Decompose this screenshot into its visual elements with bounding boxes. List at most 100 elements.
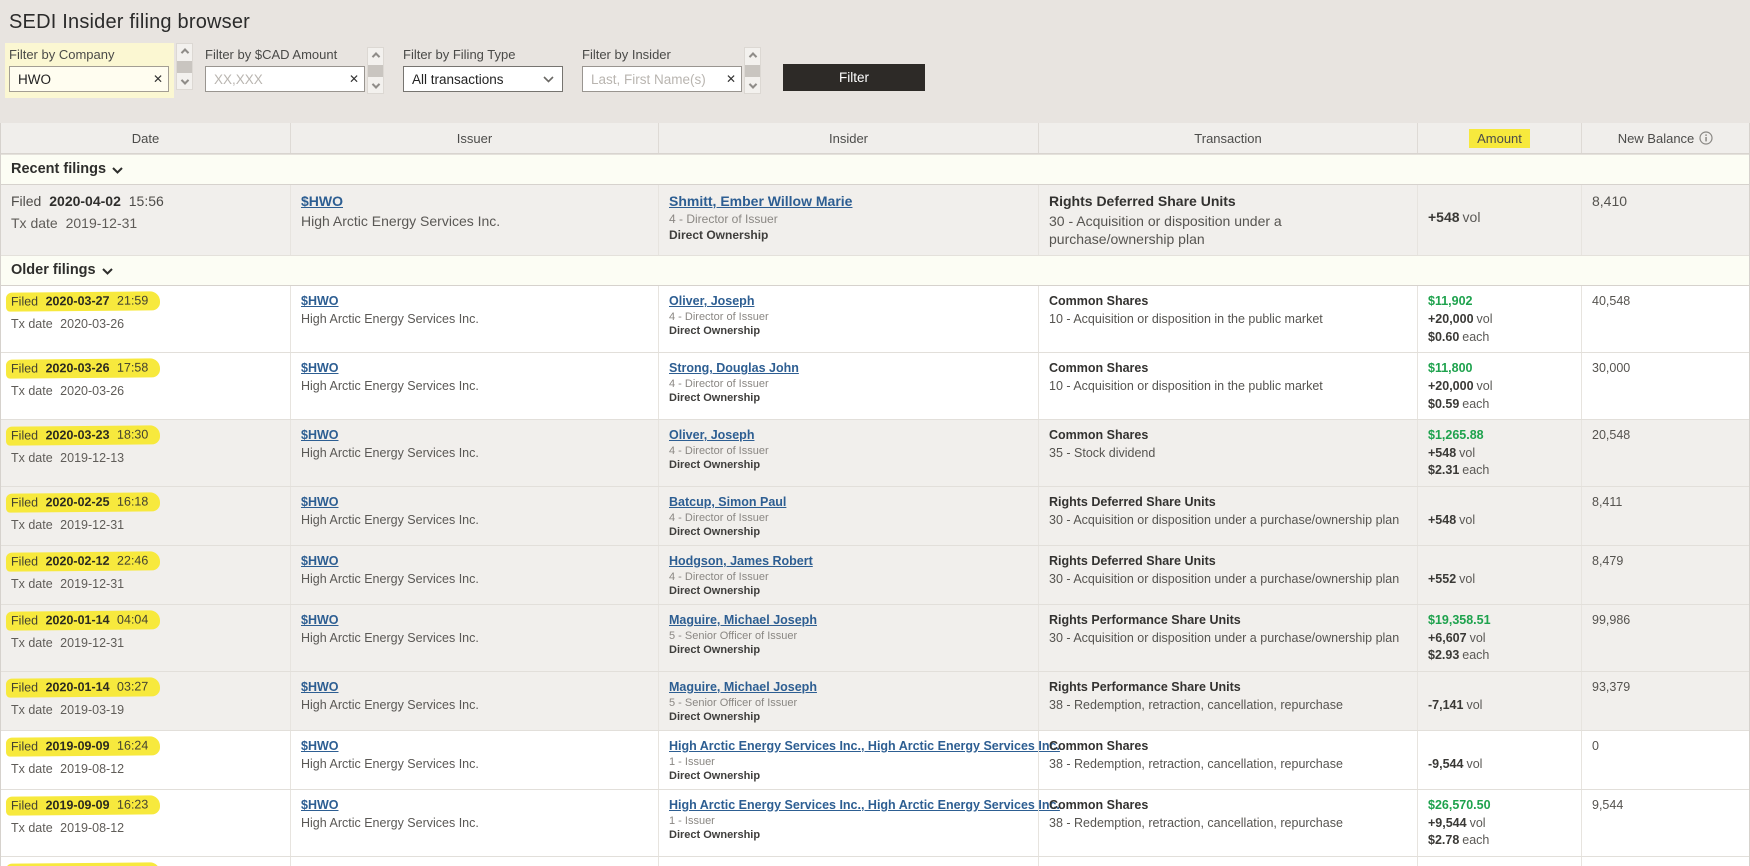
- section-recent-filings[interactable]: Recent filings: [1, 154, 1749, 185]
- ownership-type: Direct Ownership: [669, 829, 1028, 841]
- insider-link[interactable]: Strong, Douglas John: [669, 361, 799, 375]
- amount-volume: +548vol: [1428, 513, 1571, 529]
- amount-cell: +552vol: [1417, 546, 1581, 604]
- insider-cell: Strong, Douglas John 4 - Director of Iss…: [658, 353, 1038, 419]
- spinner-thumb[interactable]: [745, 65, 760, 77]
- insider-link[interactable]: Maguire, Michael Joseph: [669, 613, 817, 627]
- issuer-name: High Arctic Energy Services Inc.: [301, 757, 648, 771]
- company-filter-input[interactable]: [9, 66, 169, 92]
- issuer-symbol-link[interactable]: $HWO: [301, 613, 339, 627]
- spinner-thumb[interactable]: [177, 61, 192, 73]
- filed-time: 21:59: [117, 294, 148, 308]
- insider-link[interactable]: Oliver, Joseph: [669, 428, 754, 442]
- transaction-cell: Rights Deferred Share Units 30 - Acquisi…: [1038, 185, 1417, 255]
- spinner-thumb[interactable]: [368, 65, 383, 77]
- filed-label: Filed: [11, 295, 38, 309]
- filed-line: Filed 2020-01-14 04:04: [6, 610, 160, 630]
- issuer-symbol-link[interactable]: $HWO: [301, 739, 339, 753]
- cad-amount-filter-group: Filter by $CAD Amount ✕: [205, 43, 384, 94]
- spin-up-icon[interactable]: [368, 48, 383, 62]
- tx-date-line: Tx date 2020-03-26: [11, 317, 280, 331]
- issuer-symbol-link[interactable]: $HWO: [301, 428, 339, 442]
- filing-type-select[interactable]: All transactions: [403, 66, 563, 92]
- filing-row: Filed 2020-03-27 21:59 Tx date 2020-03-2…: [1, 286, 1749, 352]
- issuer-cell: $HWO High Arctic Energy Services Inc.: [290, 286, 658, 352]
- tx-date-line: Tx date 2019-12-31: [11, 518, 280, 532]
- older-filings-rows: Filed 2020-03-27 21:59 Tx date 2020-03-2…: [1, 286, 1749, 866]
- new-balance-value: 93,379: [1592, 680, 1630, 694]
- spin-down-icon[interactable]: [177, 75, 192, 89]
- filed-date: 2020-03-23: [46, 428, 110, 443]
- date-cell: Filed 2019-09-09 16:23 Tx date 2019-08-0…: [1, 857, 290, 866]
- transaction-cell: Common Shares 38 - Redemption, retractio…: [1038, 790, 1417, 856]
- security-name: Common Shares: [1049, 428, 1407, 442]
- filed-label: Filed: [11, 193, 41, 209]
- issuer-symbol-link[interactable]: $HWO: [301, 294, 339, 308]
- date-cell: Filed 2020-01-14 04:04 Tx date 2019-12-3…: [1, 605, 290, 671]
- issuer-cell: $HWO High Arctic Energy Services Inc.: [290, 790, 658, 856]
- issuer-symbol-link[interactable]: $HWO: [301, 798, 339, 812]
- info-icon[interactable]: [1699, 131, 1713, 145]
- issuer-symbol-link[interactable]: $HWO: [301, 554, 339, 568]
- issuer-symbol-link[interactable]: $HWO: [301, 361, 339, 375]
- issuer-cell: $HWO High Arctic Energy Services Inc.: [290, 420, 658, 486]
- company-spinner[interactable]: [176, 43, 193, 90]
- spinner-track[interactable]: [177, 58, 192, 75]
- clear-company-icon[interactable]: ✕: [153, 72, 163, 86]
- spinner-track[interactable]: [745, 62, 760, 79]
- spin-down-icon[interactable]: [745, 79, 760, 93]
- new-balance-value: 30,000: [1592, 361, 1630, 375]
- clear-cad-amount-icon[interactable]: ✕: [349, 72, 359, 86]
- issuer-symbol-link[interactable]: $HWO: [301, 495, 339, 509]
- amount-money: $1,265.88: [1428, 428, 1571, 444]
- spinner-track[interactable]: [368, 62, 383, 79]
- insider-role: 4 - Director of Issuer: [669, 212, 1028, 226]
- insider-link[interactable]: High Arctic Energy Services Inc., High A…: [669, 798, 1060, 812]
- spin-down-icon[interactable]: [368, 79, 383, 93]
- insider-link[interactable]: Maguire, Michael Joseph: [669, 680, 817, 694]
- insider-link[interactable]: Shmitt, Ember Willow Marie: [669, 193, 852, 209]
- issuer-symbol-link[interactable]: $HWO: [301, 680, 339, 694]
- issuer-cell: $HWO High Arctic Energy Services Inc.: [290, 353, 658, 419]
- amount-volume: +9,544vol: [1428, 816, 1571, 832]
- section-older-filings[interactable]: Older filings: [1, 255, 1749, 286]
- tx-date-label: Tx date: [11, 384, 53, 398]
- filter-submit-button[interactable]: Filter: [783, 64, 925, 91]
- tx-date-label: Tx date: [11, 451, 53, 465]
- insider-link[interactable]: Batcup, Simon Paul: [669, 495, 786, 509]
- insider-filter-input[interactable]: [582, 66, 742, 92]
- spin-up-icon[interactable]: [177, 44, 192, 58]
- tx-date: 2019-12-31: [66, 215, 138, 231]
- filed-date: 2020-02-25: [46, 495, 110, 510]
- filed-line: Filed 2020-02-12 22:46: [6, 551, 160, 571]
- amount-money: $11,902: [1428, 294, 1571, 310]
- cad-amount-filter-input[interactable]: [205, 66, 365, 92]
- clear-insider-icon[interactable]: ✕: [726, 72, 736, 86]
- new-balance-cell: 20,548: [1581, 420, 1749, 486]
- tx-date: 2019-12-13: [60, 451, 124, 465]
- filing-row: Filed 2019-09-09 16:23 Tx date 2019-08-1…: [1, 789, 1749, 856]
- cad-amount-spinner[interactable]: [367, 47, 384, 94]
- spin-up-icon[interactable]: [745, 48, 760, 62]
- filed-line: Filed 2019-09-09 16:23: [6, 862, 160, 866]
- insider-link[interactable]: Hodgson, James Robert: [669, 554, 813, 568]
- new-balance-value: 9,544: [1592, 798, 1623, 812]
- insider-spinner[interactable]: [744, 47, 761, 94]
- date-cell: Filed 2020-02-12 22:46 Tx date 2019-12-3…: [1, 546, 290, 604]
- insider-cell: Oliver, Joseph 4 - Director of Issuer Di…: [658, 420, 1038, 486]
- insider-link[interactable]: Oliver, Joseph: [669, 294, 754, 308]
- insider-link[interactable]: High Arctic Energy Services Inc., High A…: [669, 739, 1060, 753]
- date-cell: Filed 2020-03-26 17:58 Tx date 2020-03-2…: [1, 353, 290, 419]
- filter-bar: Filter by Company ✕ Filter by $CAD Amoun…: [5, 43, 1750, 98]
- new-balance-value: 8,410: [1592, 193, 1627, 209]
- insider-cell: High Arctic Energy Services Inc., High A…: [658, 731, 1038, 789]
- transaction-cell: Rights Performance Share Units 30 - Acqu…: [1038, 605, 1417, 671]
- date-cell: Filed 2019-09-09 16:23 Tx date 2019-08-1…: [1, 790, 290, 856]
- tx-date: 2019-12-31: [60, 636, 124, 650]
- tx-date-label: Tx date: [11, 636, 53, 650]
- issuer-symbol-link[interactable]: $HWO: [301, 193, 343, 209]
- issuer-cell: $HWO High Arctic Energy Services Inc.: [290, 546, 658, 604]
- security-name: Common Shares: [1049, 294, 1407, 308]
- issuer-name: High Arctic Energy Services Inc.: [301, 513, 648, 527]
- company-filter-label: Filter by Company: [9, 47, 169, 62]
